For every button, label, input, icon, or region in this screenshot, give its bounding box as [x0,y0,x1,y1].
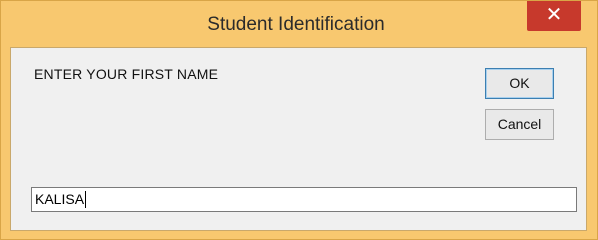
first-name-input-value: KALISA [35,191,85,207]
first-name-input[interactable]: KALISA [31,187,577,212]
window-title: Student Identification [207,14,385,35]
prompt-label: ENTER YOUR FIRST NAME [34,66,219,82]
text-caret [85,190,87,208]
cancel-button[interactable]: Cancel [485,109,554,140]
ok-button[interactable]: OK [485,68,554,99]
close-icon: ✕ [545,4,563,26]
close-button[interactable]: ✕ [527,1,581,31]
dialog-body: ENTER YOUR FIRST NAME OK Cancel KALISA [10,47,587,231]
input-dialog: Student Identification ✕ ENTER YOUR FIRS… [0,0,598,240]
title-bar[interactable]: Student Identification ✕ [1,1,597,47]
